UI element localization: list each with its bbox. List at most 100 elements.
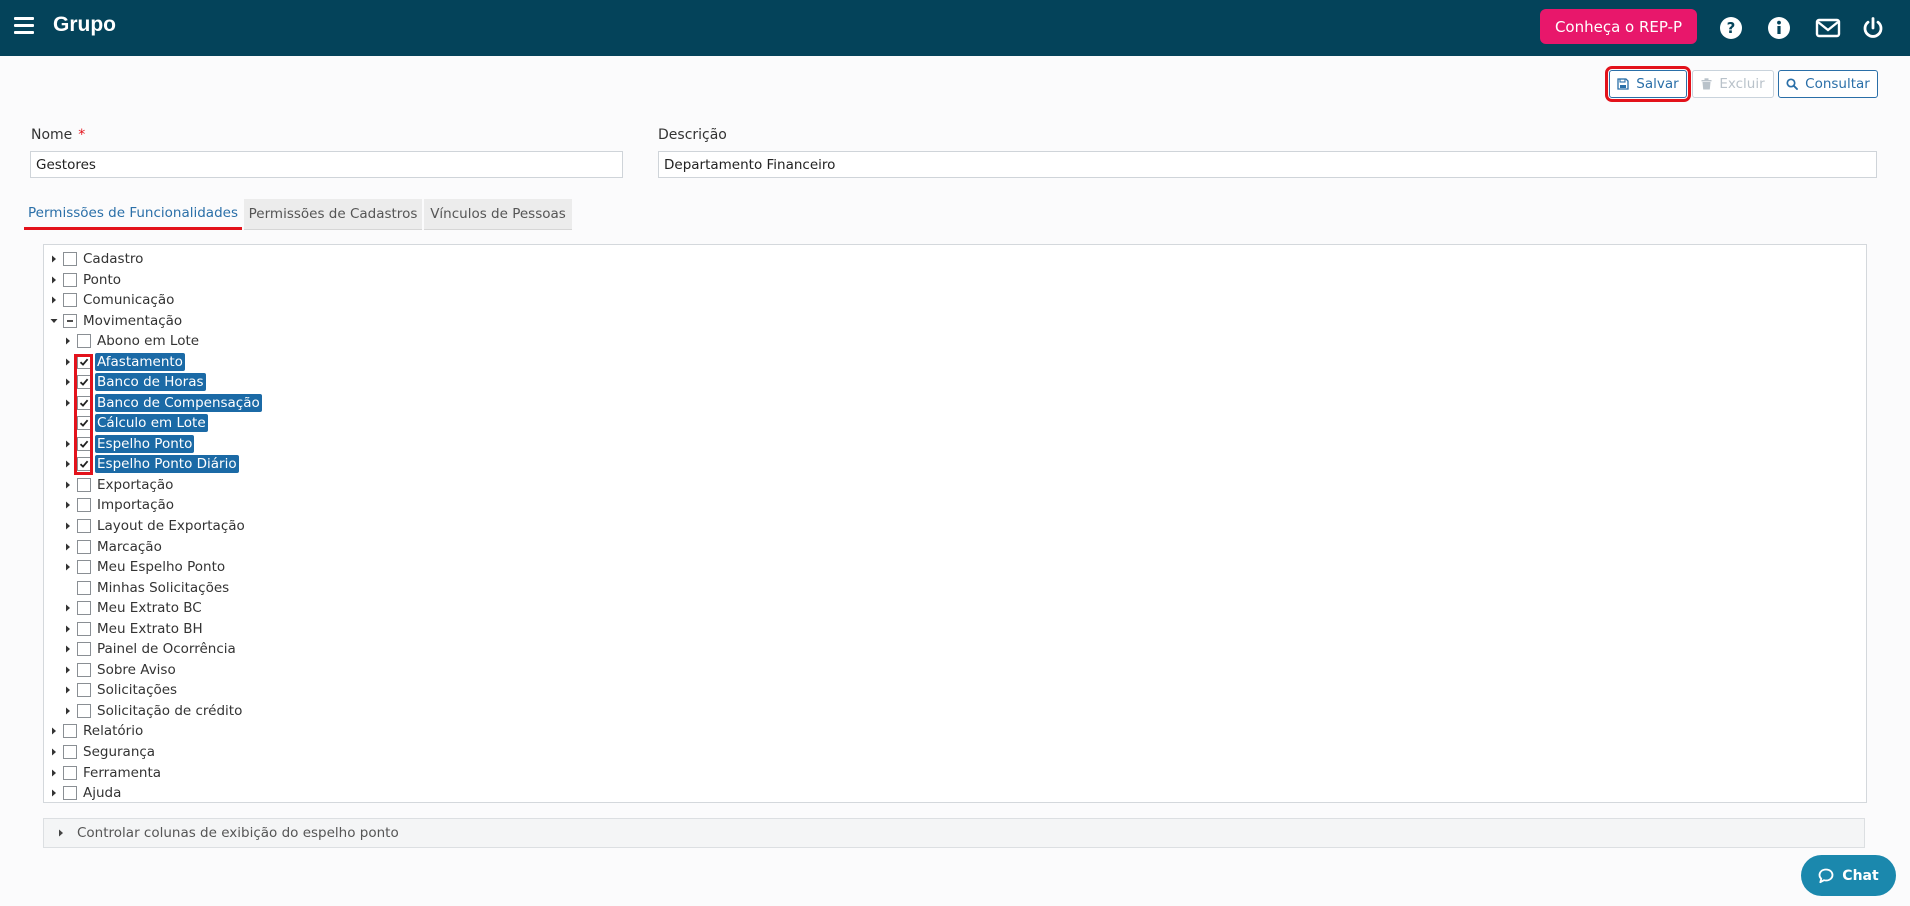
tab-permissoes-cadastros[interactable]: Permissões de Cadastros: [244, 199, 422, 230]
tree-item[interactable]: Exportação: [63, 476, 175, 494]
tree-item[interactable]: Solicitação de crédito: [63, 702, 244, 720]
caret-right-icon[interactable]: [63, 624, 73, 634]
checkbox[interactable]: [77, 662, 91, 677]
search-button[interactable]: Consultar: [1778, 70, 1878, 98]
chat-bubble-icon: [1818, 868, 1834, 883]
tree-item[interactable]: Relatório: [49, 722, 145, 740]
caret-right-icon[interactable]: [49, 747, 59, 757]
caret-right-icon[interactable]: [63, 665, 73, 675]
caret-right-icon[interactable]: [49, 295, 59, 305]
tree-item[interactable]: Banco de Horas: [63, 373, 206, 392]
tree-item[interactable]: Segurança: [49, 743, 157, 761]
checkbox[interactable]: [63, 786, 77, 801]
caret-right-icon[interactable]: [63, 439, 73, 449]
tree-item[interactable]: Espelho Ponto: [63, 434, 195, 453]
caret-right-icon[interactable]: [63, 542, 73, 552]
menu-icon[interactable]: [14, 17, 34, 34]
name-input[interactable]: [30, 151, 623, 178]
caret-right-icon[interactable]: [63, 521, 73, 531]
checkbox[interactable]: [77, 560, 91, 575]
power-icon[interactable]: [1859, 14, 1887, 42]
caret-right-icon[interactable]: [49, 254, 59, 264]
caret-right-icon[interactable]: [63, 706, 73, 716]
checkbox[interactable]: [77, 477, 91, 492]
tree-item[interactable]: Solicitações: [63, 681, 179, 699]
tree-item[interactable]: Movimentação: [49, 312, 184, 330]
help-icon[interactable]: ?: [1717, 14, 1745, 42]
tree-item[interactable]: Abono em Lote: [63, 332, 201, 350]
tree-item-label: Layout de Exportação: [97, 518, 245, 535]
checkbox-checked[interactable]: [77, 354, 91, 369]
tab-vinculos-pessoas[interactable]: Vínculos de Pessoas: [424, 199, 572, 230]
checkbox[interactable]: [77, 683, 91, 698]
tree-item[interactable]: Meu Extrato BC: [63, 599, 204, 617]
checkbox[interactable]: [63, 252, 77, 266]
tree-item[interactable]: Ajuda: [49, 784, 123, 802]
checkbox-checked[interactable]: [77, 395, 91, 410]
caret-right-icon[interactable]: [49, 275, 59, 285]
caret-right-icon[interactable]: [49, 768, 59, 778]
checkbox-checked[interactable]: [77, 457, 91, 472]
caret-right-icon[interactable]: [63, 500, 73, 510]
delete-button[interactable]: Excluir: [1692, 70, 1774, 98]
rep-p-button[interactable]: Conheça o REP-P: [1540, 9, 1697, 44]
tree-item[interactable]: Minhas Solicitações: [63, 579, 231, 597]
caret-right-icon[interactable]: [63, 357, 73, 367]
checkbox[interactable]: [77, 621, 91, 636]
caret-right-icon[interactable]: [63, 644, 73, 654]
checkbox[interactable]: [77, 703, 91, 718]
tree-item[interactable]: Painel de Ocorrência: [63, 640, 238, 658]
checkbox[interactable]: [77, 601, 91, 616]
tree-item[interactable]: Comunicação: [49, 291, 176, 309]
chat-button[interactable]: Chat: [1801, 855, 1896, 896]
checkbox[interactable]: [63, 765, 77, 780]
tree-item-label: Cadastro: [83, 251, 144, 267]
caret-right-icon[interactable]: [63, 336, 73, 346]
checkbox-checked[interactable]: [77, 436, 91, 451]
caret-right-icon[interactable]: [49, 788, 59, 798]
caret-right-icon[interactable]: [63, 480, 73, 490]
tree-item[interactable]: Layout de Exportação: [63, 517, 247, 535]
tree-item-label: Afastamento: [95, 352, 185, 371]
checkbox[interactable]: [77, 498, 91, 513]
tree-item[interactable]: Ferramenta: [49, 764, 163, 782]
caret-right-icon[interactable]: [63, 562, 73, 572]
caret-right-icon[interactable]: [63, 377, 73, 387]
caret-right-icon[interactable]: [63, 685, 73, 695]
checkbox[interactable]: [63, 272, 77, 287]
checkbox[interactable]: [77, 334, 91, 349]
checkbox[interactable]: [77, 519, 91, 534]
checkbox-checked[interactable]: [77, 375, 91, 390]
tree-item[interactable]: Ponto: [49, 271, 123, 289]
caret-right-icon[interactable]: [63, 459, 73, 469]
tree-item[interactable]: Meu Espelho Ponto: [63, 558, 227, 576]
tree-item[interactable]: Espelho Ponto Diário: [63, 455, 239, 474]
checkbox[interactable]: [63, 744, 77, 759]
checkbox-partial[interactable]: [63, 313, 77, 328]
tree-item[interactable]: Cadastro: [49, 250, 145, 268]
checkbox[interactable]: [77, 642, 91, 657]
mail-icon[interactable]: [1814, 14, 1842, 42]
caret-right-icon[interactable]: [63, 398, 73, 408]
save-button[interactable]: Salvar: [1605, 66, 1691, 102]
caret-right-icon[interactable]: [63, 603, 73, 613]
checkbox[interactable]: [63, 724, 77, 739]
caret-right-icon[interactable]: [49, 726, 59, 736]
info-icon[interactable]: [1765, 14, 1793, 42]
caret-down-icon[interactable]: [49, 316, 59, 326]
tree-item[interactable]: Importação: [63, 496, 176, 514]
tree-item[interactable]: Afastamento: [63, 352, 185, 371]
description-input[interactable]: [658, 151, 1877, 178]
tree-item[interactable]: Sobre Aviso: [63, 661, 178, 679]
checkbox-checked[interactable]: [77, 416, 91, 431]
tab-permissoes-funcionalidades[interactable]: Permissões de Funcionalidades: [24, 199, 242, 230]
tree-item[interactable]: Marcação: [63, 538, 164, 556]
espelho-columns-collapsible[interactable]: Controlar colunas de exibição do espelho…: [43, 818, 1865, 848]
tree-item[interactable]: Cálculo em Lote: [63, 414, 208, 433]
checkbox[interactable]: [77, 539, 91, 554]
checkbox[interactable]: [77, 580, 91, 595]
tree-item[interactable]: Meu Extrato BH: [63, 620, 205, 638]
checkbox[interactable]: [63, 293, 77, 308]
tree-item[interactable]: Banco de Compensação: [63, 393, 262, 412]
